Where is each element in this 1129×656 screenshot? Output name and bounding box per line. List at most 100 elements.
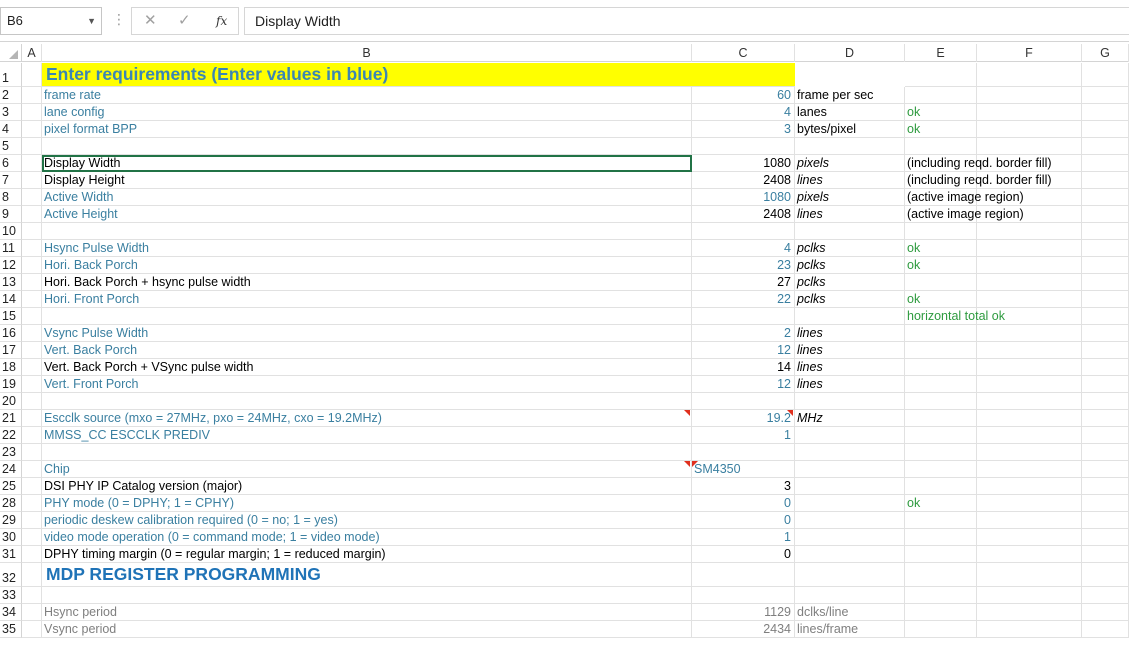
chevron-down-icon[interactable]: ▼ [87,8,96,34]
cell-b[interactable]: Active Height [42,206,692,223]
cell-f[interactable] [977,546,1082,563]
cell-e[interactable] [905,512,977,529]
cell-d[interactable]: pclks [795,291,905,308]
row-header[interactable]: 28 [0,495,22,512]
row-header[interactable]: 14 [0,291,22,308]
cell-a[interactable] [22,359,42,376]
cell-a[interactable] [22,342,42,359]
cell-f[interactable] [977,291,1082,308]
cell-c[interactable] [692,308,795,325]
column-header-f[interactable]: F [977,44,1082,62]
cell-d[interactable] [795,461,905,478]
cell-d[interactable]: pixels [795,189,905,206]
cell-c[interactable] [692,563,795,587]
cell-g[interactable] [1082,444,1129,461]
row-header[interactable]: 6 [0,155,22,172]
cell-g[interactable] [1082,155,1129,172]
cell-e[interactable]: ok [905,291,977,308]
cell-a[interactable] [22,495,42,512]
cell-e[interactable] [905,359,977,376]
cell-g[interactable] [1082,529,1129,546]
cell-a[interactable] [22,427,42,444]
cell-e[interactable]: ok [905,240,977,257]
cell-c[interactable]: 2408 [692,172,795,189]
row-header[interactable]: 12 [0,257,22,274]
cell-e[interactable] [905,223,977,240]
row-header[interactable]: 21 [0,410,22,427]
cell-d[interactable]: lines [795,325,905,342]
cell-f[interactable] [977,172,1082,189]
cell-g[interactable] [1082,604,1129,621]
cell-f[interactable] [977,604,1082,621]
cell-f[interactable] [977,342,1082,359]
cell-g[interactable] [1082,621,1129,638]
cell-a[interactable] [22,240,42,257]
cell-e[interactable] [905,461,977,478]
cell-c[interactable]: 1 [692,529,795,546]
column-header-d[interactable]: D [795,44,905,62]
cell-g[interactable] [1082,308,1129,325]
cell-c[interactable]: 2434 [692,621,795,638]
cell-a[interactable] [22,206,42,223]
cell-a[interactable] [22,308,42,325]
cell-g[interactable] [1082,563,1129,587]
cell-f[interactable] [977,189,1082,206]
row-header[interactable]: 29 [0,512,22,529]
cell-g[interactable] [1082,376,1129,393]
mdp-section-heading[interactable]: MDP REGISTER PROGRAMMING [42,563,692,587]
row-header[interactable]: 34 [0,604,22,621]
cell-c[interactable]: 0 [692,495,795,512]
row-header[interactable]: 3 [0,104,22,121]
row-header[interactable]: 13 [0,274,22,291]
cell-g[interactable] [1082,495,1129,512]
cell-b[interactable]: MMSS_CC ESCCLK PREDIV [42,427,692,444]
cell-a[interactable] [22,172,42,189]
cell-f[interactable] [977,461,1082,478]
cell-e[interactable]: (active image region) [905,206,1024,223]
cell-f[interactable] [977,223,1082,240]
cell-g[interactable] [1082,104,1129,121]
cell-c[interactable]: 14 [692,359,795,376]
cell-c[interactable]: 23 [692,257,795,274]
cell-a[interactable] [22,393,42,410]
cell-a[interactable] [22,604,42,621]
row-header[interactable]: 8 [0,189,22,206]
cell-g[interactable] [1082,427,1129,444]
cell-e[interactable] [905,393,977,410]
cell-e[interactable]: horizontal total ok [905,308,1005,325]
cell-c[interactable]: 4 [692,104,795,121]
cell-d[interactable]: dclks/line [795,604,905,621]
cell-a[interactable] [22,155,42,172]
cell-f[interactable] [977,529,1082,546]
cell-e[interactable] [905,376,977,393]
cell-c[interactable]: 12 [692,342,795,359]
cell-f[interactable] [977,410,1082,427]
column-header-g[interactable]: G [1082,44,1129,62]
cell-d[interactable]: lanes [795,104,905,121]
cell-b[interactable]: DSI PHY IP Catalog version (major) [42,478,692,495]
cell-c[interactable]: 2 [692,325,795,342]
cell-b[interactable]: video mode operation (0 = command mode; … [42,529,692,546]
cancel-icon[interactable]: ✕ [144,8,157,34]
cell-c[interactable]: 12 [692,376,795,393]
cell-b[interactable]: Vsync Pulse Width [42,325,692,342]
cell-b[interactable]: Active Width [42,189,692,206]
row-header[interactable]: 10 [0,223,22,240]
column-header-e[interactable]: E [905,44,977,62]
cell-e[interactable] [905,587,977,604]
row-header[interactable]: 32 [0,563,22,587]
row-header[interactable]: 22 [0,427,22,444]
column-header-a[interactable]: A [22,44,42,62]
cell-f[interactable] [977,587,1082,604]
cell-f[interactable] [977,621,1082,638]
cell-b[interactable] [42,138,692,155]
cell-b[interactable] [42,308,692,325]
cell-d[interactable]: pixels [795,155,905,172]
cell-f[interactable] [977,274,1082,291]
cell-d[interactable] [795,478,905,495]
cell-e[interactable]: (active image region) [905,189,1024,206]
cell-a[interactable] [22,223,42,240]
cell-c[interactable] [692,138,795,155]
cell-a[interactable] [22,189,42,206]
row-header[interactable]: 23 [0,444,22,461]
